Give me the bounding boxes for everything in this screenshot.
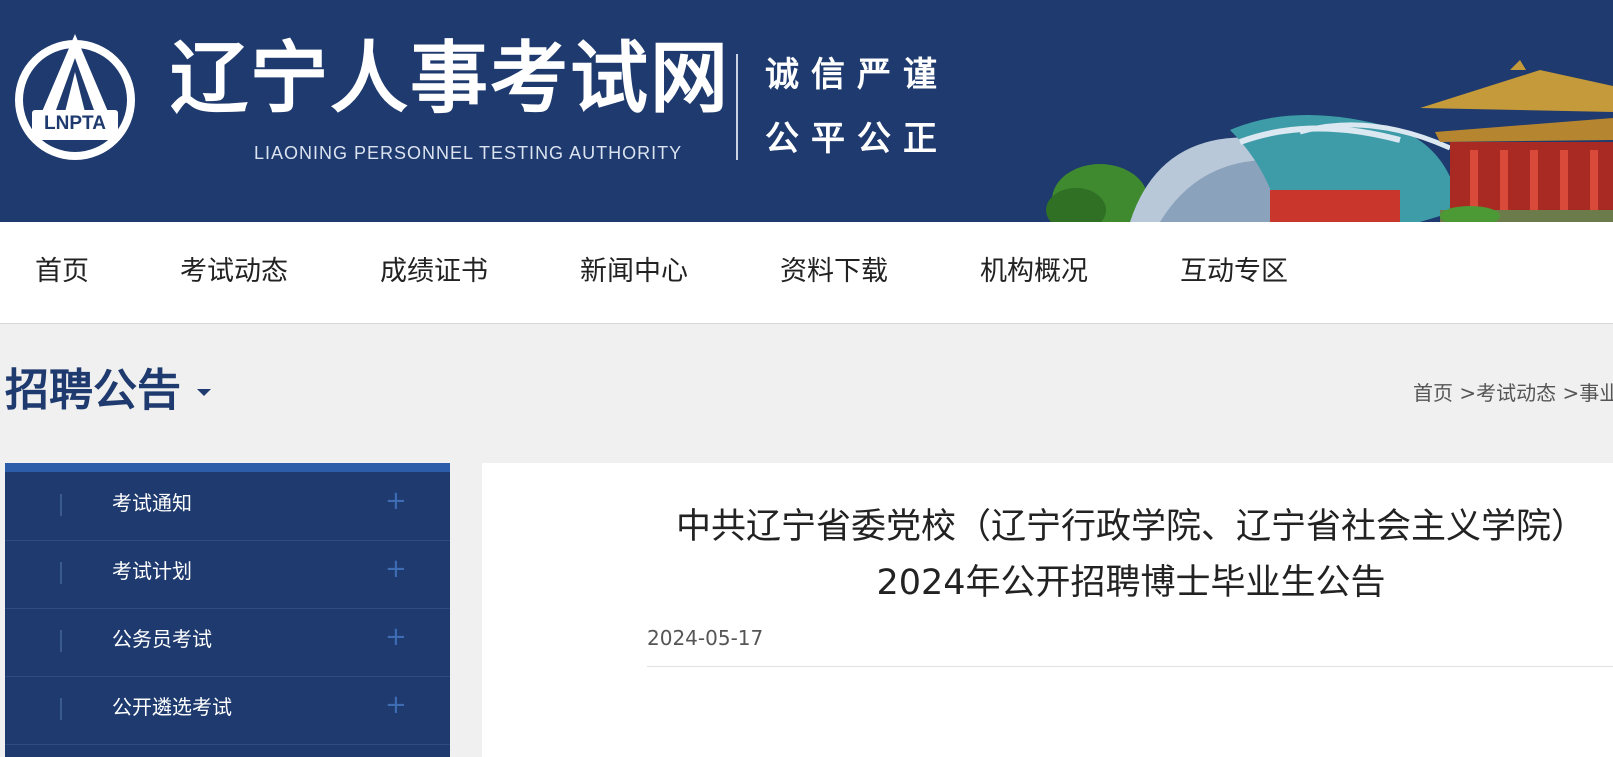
- sidebar-item-marker: [60, 698, 62, 720]
- plus-icon[interactable]: +: [385, 690, 407, 721]
- nav-item-exam-news[interactable]: 考试动态: [180, 256, 288, 288]
- caret-down-icon[interactable]: [197, 389, 211, 396]
- sidebar-item-civil-service[interactable]: 公务员考试 +: [5, 608, 450, 677]
- plus-icon[interactable]: +: [385, 622, 407, 653]
- nav-item-news[interactable]: 新闻中心: [580, 256, 688, 288]
- nav-item-home[interactable]: 首页: [35, 256, 89, 288]
- lnpta-logo-icon[interactable]: LNPTA: [10, 32, 140, 168]
- plus-icon[interactable]: +: [385, 554, 407, 585]
- section-title: 招聘公告: [5, 365, 181, 416]
- motto-line-2: 公平公正: [765, 119, 949, 159]
- sidebar-item-exam-plan[interactable]: 考试计划 +: [5, 540, 450, 609]
- nav-item-interact[interactable]: 互动专区: [1180, 256, 1288, 288]
- breadcrumb-current[interactable]: >事业: [1562, 381, 1613, 405]
- banner-scenery-image: [1046, 60, 1613, 222]
- sidebar-item-label: 公务员考试: [112, 627, 212, 651]
- breadcrumb-exam-news[interactable]: >考试动态: [1459, 381, 1556, 405]
- article-divider: [647, 666, 1613, 667]
- sidebar-item-marker: [60, 630, 62, 652]
- main-nav: 首页 考试动态 成绩证书 新闻中心 资料下载 机构概况 互动专区: [0, 222, 1613, 324]
- logo-text: LNPTA: [44, 113, 106, 134]
- site-header: LNPTA 辽宁人事考试网 LIAONING PERSONNEL TESTING…: [0, 0, 1613, 222]
- site-subtitle: LIAONING PERSONNEL TESTING AUTHORITY: [254, 143, 683, 163]
- nav-item-scores[interactable]: 成绩证书: [380, 256, 488, 288]
- nav-item-about[interactable]: 机构概况: [980, 256, 1088, 288]
- site-title[interactable]: 辽宁人事考试网: [170, 40, 730, 118]
- breadcrumb: 首页 >考试动态 >事业: [1413, 381, 1613, 405]
- article-title-line-2: 2024年公开招聘博士毕业生公告: [876, 563, 1386, 603]
- article-panel: 中共辽宁省委党校（辽宁行政学院、辽宁省社会主义学院） 2024年公开招聘博士毕业…: [482, 463, 1613, 757]
- sidebar-item-exam-notice[interactable]: 考试通知 +: [5, 472, 450, 541]
- sidebar-item-label: 考试计划: [112, 559, 192, 583]
- sidebar-item-label: 考试通知: [112, 491, 192, 515]
- sidebar-item-marker: [60, 562, 62, 584]
- banner-divider: [736, 54, 738, 160]
- nav-item-downloads[interactable]: 资料下载: [780, 256, 888, 288]
- article-title: 中共辽宁省委党校（辽宁行政学院、辽宁省社会主义学院） 2024年公开招聘博士毕业…: [482, 499, 1613, 611]
- sidebar-item-marker: [60, 494, 62, 516]
- article-date: 2024-05-17: [647, 626, 764, 650]
- plus-icon[interactable]: +: [385, 486, 407, 517]
- sidebar-item-selection-exam[interactable]: 公开遴选考试 +: [5, 676, 450, 745]
- breadcrumb-home[interactable]: 首页: [1413, 381, 1453, 405]
- motto-line-1: 诚信严谨: [765, 55, 949, 95]
- sidebar: 考试通知 + 考试计划 + 公务员考试 + 公开遴选考试 +: [5, 463, 450, 757]
- sidebar-item-label: 公开遴选考试: [112, 695, 232, 719]
- article-title-line-1: 中共辽宁省委党校（辽宁行政学院、辽宁省社会主义学院）: [675, 507, 1586, 547]
